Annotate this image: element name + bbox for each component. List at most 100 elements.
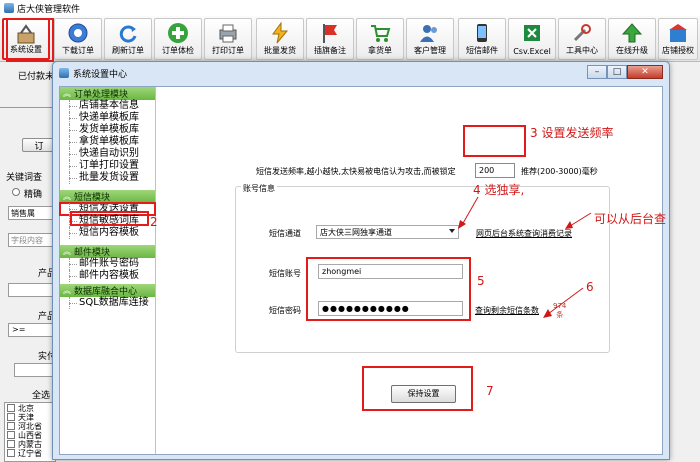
sidebar-item-email-account[interactable]: 邮件账号密码 [60, 258, 155, 270]
toolbar-label: 客户管理 [414, 46, 446, 55]
list-item[interactable]: 辽宁省 [5, 448, 55, 458]
wrench-icon [573, 24, 591, 42]
printer-icon [219, 24, 237, 43]
annotation-box-1 [6, 18, 54, 62]
cart-icon [371, 25, 391, 42]
province-list: 北京 天津 河北省 山西省 内蒙古 辽宁省 [4, 402, 56, 462]
sidebar-item-pick-template[interactable]: 拿货单模板库 [60, 136, 155, 148]
annotation-box-5 [306, 257, 471, 321]
toolbar-label: 刷新订单 [112, 46, 144, 55]
flag-icon [323, 24, 337, 43]
product-select-1[interactable] [8, 283, 56, 297]
toolbar-label: 拿货单 [368, 46, 392, 55]
operator-select[interactable]: >= [8, 323, 56, 337]
sidebar-item-email-templates[interactable]: 邮件内容模板 [60, 270, 155, 282]
toolbar-label: 订单体检 [162, 46, 194, 55]
toolbar-refresh-orders-button[interactable]: 刷新订单 [104, 18, 152, 60]
annotation-can-check: 可以从后台查 [594, 212, 667, 226]
users-icon [420, 25, 437, 42]
sidebar-item-batch-ship[interactable]: 批量发货设置 [60, 172, 155, 184]
sidebar-group-sms[interactable]: ︽ 短信模块 [60, 190, 155, 203]
list-item[interactable]: 山西省 [5, 430, 55, 440]
main-toolbar: 系统设置 下载订单 刷新订单 订单体检 打印订单 批量发货 插旗备注 拿货单 客… [0, 16, 700, 62]
list-item[interactable]: 内蒙古 [5, 439, 55, 449]
sms-account-label: 短信账号 [269, 269, 301, 278]
maximize-button[interactable]: □ [607, 65, 627, 79]
toolbar-download-orders-button[interactable]: 下载订单 [54, 18, 102, 60]
toolbar-customer-button[interactable]: 客户管理 [406, 18, 454, 60]
exact-radio[interactable] [12, 188, 20, 196]
toolbar-label: 在线升级 [616, 46, 648, 55]
annotation-box-3 [463, 125, 526, 157]
toolbar-label: 工具中心 [566, 46, 598, 55]
sidebar-item-shop-info[interactable]: 店铺基本信息 [60, 100, 155, 112]
phone-icon [477, 24, 487, 42]
annotation-5: 5 [477, 274, 485, 288]
list-item[interactable]: 河北省 [5, 421, 55, 431]
sidebar-item-express-detect[interactable]: 快递自动识别 [60, 148, 155, 160]
close-button[interactable]: ✕ [627, 65, 663, 79]
chevron-up-icon: ︽ [63, 192, 71, 201]
sidebar-item-express-template[interactable]: 快递单模板库 [60, 112, 155, 124]
list-item[interactable]: 北京 [5, 403, 55, 413]
app-logo-icon [4, 3, 14, 13]
excel-icon [524, 25, 540, 41]
toolbar-order-check-button[interactable]: 订单体检 [154, 18, 202, 60]
up-arrow-icon [621, 23, 643, 43]
download-icon [68, 23, 88, 43]
sidebar-item-sms-templates[interactable]: 短信内容模板 [60, 227, 155, 239]
sidebar-group-database[interactable]: ︽ 数据库融合中心 [60, 284, 155, 297]
paid-status-text: 已付款未 [18, 72, 55, 82]
app-title: 店大侠管理软件 [17, 4, 81, 15]
shop-icon [669, 24, 687, 42]
sms-channel-select[interactable]: 店大侠三网独享通道 [316, 225, 459, 239]
consumption-record-link[interactable]: 网页后台系统查询消费记录 [476, 228, 572, 239]
send-frequency-hint: 推荐(200-3000)毫秒 [521, 167, 598, 176]
account-info-title: 账号信息 [241, 183, 277, 194]
select-all-label: 全选 [32, 391, 51, 401]
annotation-4: 4 选独享, [473, 183, 525, 197]
toolbar-label: Csv.Excel [513, 47, 551, 56]
chevron-up-icon: ︽ [63, 286, 71, 295]
exact-radio-label: 精确 [24, 190, 43, 200]
main-window-title-bar: 店大侠管理软件 [0, 0, 700, 16]
sidebar-item-print-settings[interactable]: 订单打印设置 [60, 160, 155, 172]
sms-balance-value: 974 [553, 302, 567, 310]
sidebar-group-email[interactable]: ︽ 邮件模块 [60, 245, 155, 258]
chevron-up-icon: ︽ [63, 89, 71, 98]
real-pay-select[interactable] [14, 363, 56, 377]
sales-attribute-field[interactable]: 销售属 [8, 206, 56, 220]
toolbar-label: 批量发货 [264, 46, 296, 55]
background-order-button[interactable]: 订 [22, 138, 56, 152]
plus-icon [168, 23, 188, 43]
query-balance-link[interactable]: 查询剩余短信条数 [475, 305, 539, 316]
toolbar-label: 打印订单 [212, 46, 244, 55]
toolbar-pick-list-button[interactable]: 拿货单 [356, 18, 404, 60]
send-frequency-input[interactable]: 200 [475, 163, 515, 178]
toolbar-shop-auth-button[interactable]: 店铺授权 [658, 18, 698, 60]
toolbar-flag-note-button[interactable]: 插旗备注 [306, 18, 354, 60]
sidebar-item-sql-connect[interactable]: SQL数据库连接 [60, 297, 155, 309]
annotation-2: 2 [150, 215, 158, 229]
toolbar-csv-excel-button[interactable]: Csv.Excel [508, 18, 556, 60]
field-content-input[interactable]: 字段内容 [8, 233, 56, 247]
annotation-7: 7 [486, 384, 494, 398]
toolbar-online-upgrade-button[interactable]: 在线升级 [608, 18, 656, 60]
list-item[interactable]: 天津 [5, 412, 55, 422]
dialog-title: 系统设置中心 [73, 69, 128, 80]
toolbar-tools-button[interactable]: 工具中心 [558, 18, 606, 60]
annotation-3: 3 设置发送频率 [530, 126, 614, 140]
sidebar-group-order[interactable]: ︽ 订单处理模块 [60, 87, 155, 100]
toolbar-sms-email-button[interactable]: 短信邮件 [458, 18, 506, 60]
sidebar-item-ship-template[interactable]: 发货单模板库 [60, 124, 155, 136]
toolbar-batch-ship-button[interactable]: 批量发货 [256, 18, 304, 60]
sms-channel-value: 店大侠三网独享通道 [320, 228, 392, 237]
annotation-box-2 [70, 211, 149, 226]
toolbar-print-orders-button[interactable]: 打印订单 [204, 18, 252, 60]
minimize-button[interactable]: – [587, 65, 607, 79]
settings-sidebar: ︽ 订单处理模块 店铺基本信息 快递单模板库 发货单模板库 拿货单模板库 快递自动… [59, 87, 156, 454]
dialog-app-icon [59, 68, 69, 78]
lightning-icon [272, 22, 289, 44]
refresh-icon [119, 25, 137, 43]
annotation-box-7 [362, 366, 473, 411]
